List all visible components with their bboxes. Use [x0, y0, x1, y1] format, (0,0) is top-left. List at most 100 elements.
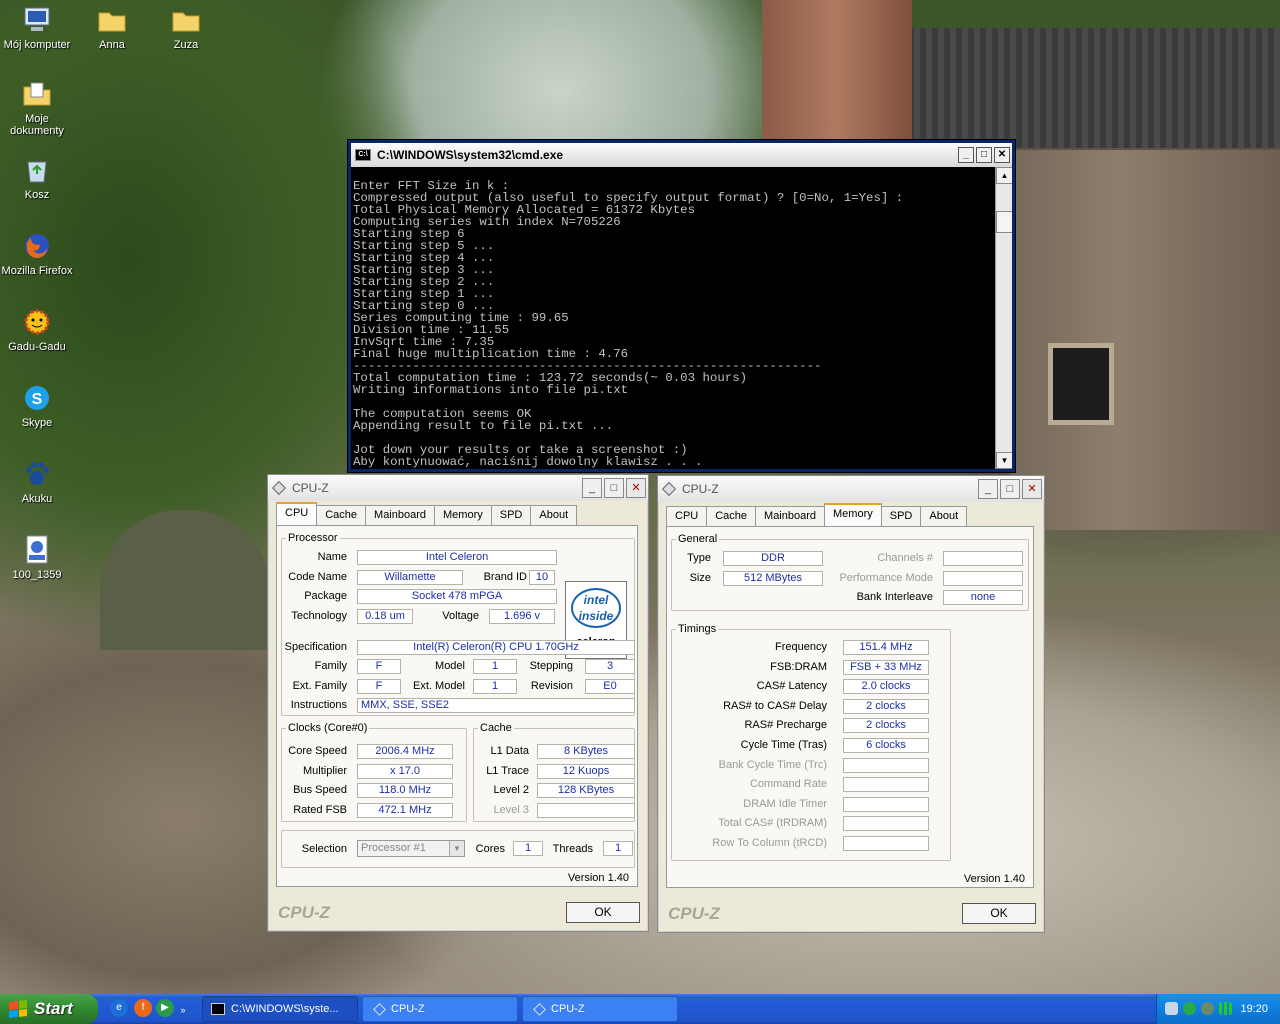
tab-cpu[interactable]: CPU — [276, 502, 318, 525]
taskbar-item-cpuz-2[interactable]: CPU-Z — [522, 996, 678, 1022]
cpuz-title: CPU-Z — [682, 482, 719, 496]
timing-value — [843, 836, 929, 851]
revision-value: E0 — [585, 679, 635, 694]
firefox-icon[interactable]: f — [134, 999, 152, 1017]
processor-select[interactable]: Processor #1 ▼ — [357, 840, 465, 857]
desktop-icon-recycle-bin[interactable]: Kosz — [1, 154, 73, 201]
clocks-legend: Clocks (Core#0) — [288, 722, 368, 734]
cache-legend: Cache — [480, 722, 512, 734]
tab-cache[interactable]: Cache — [706, 506, 757, 526]
desktop-icon-anna[interactable]: Anna — [76, 4, 148, 51]
taskbar-item-cpuz-1[interactable]: CPU-Z — [362, 996, 518, 1022]
clock[interactable]: 19:20 — [1240, 1003, 1268, 1015]
cpuz-brand-logo: CPU-Z — [278, 903, 330, 922]
timing-label: Command Rate — [749, 778, 827, 791]
timing-value — [843, 816, 929, 832]
desktop-icon-label: Kosz — [24, 189, 50, 201]
gadu-gadu-icon — [21, 306, 53, 338]
computer-icon — [21, 4, 53, 36]
close-button[interactable]: ✕ — [994, 147, 1010, 163]
system-tray: 19:20 — [1156, 994, 1280, 1024]
cpuz-icon — [373, 1003, 386, 1016]
timing-label: FSB:DRAM — [770, 660, 827, 673]
tab-mainboard[interactable]: Mainboard — [365, 505, 436, 525]
desktop-icon-akuku[interactable]: Akuku — [1, 458, 73, 505]
stepping-label: Stepping — [529, 660, 573, 672]
bank-interleave-value: none — [943, 590, 1023, 605]
wallpaper-arch — [100, 510, 270, 650]
close-button[interactable]: ✕ — [626, 478, 646, 498]
cpuz-window-memory[interactable]: CPU-Z _ □ ✕ CPU Cache Mainboard Memory S… — [657, 475, 1045, 933]
cpuz-brand-logo: CPU-Z — [668, 904, 720, 923]
start-button[interactable]: Start — [0, 994, 98, 1024]
desktop-icon-gadu-gadu[interactable]: Gadu-Gadu — [1, 306, 73, 353]
tab-cache[interactable]: Cache — [316, 505, 367, 525]
tab-memory[interactable]: Memory — [434, 505, 492, 525]
tab-about[interactable]: About — [530, 505, 578, 525]
signal-icon[interactable] — [1219, 1002, 1232, 1015]
maximize-button[interactable]: □ — [976, 147, 992, 163]
ok-button[interactable]: OK — [566, 902, 640, 923]
desktop-icon-my-documents[interactable]: Moje dokumenty — [1, 78, 73, 137]
voltage-value: 1.696 v — [489, 609, 555, 624]
minimize-button[interactable]: _ — [582, 478, 602, 498]
close-button[interactable]: ✕ — [1022, 479, 1042, 499]
maximize-button[interactable]: □ — [1000, 479, 1020, 499]
desktop-icon-label: Akuku — [21, 493, 53, 505]
desktop-icon-skype[interactable]: S Skype — [1, 382, 73, 429]
revision-label: Revision — [530, 680, 573, 692]
level2-label: Level 2 — [493, 784, 529, 796]
timing-value — [843, 777, 929, 793]
taskbar-item-label: CPU-Z — [391, 1003, 425, 1015]
desktop-icon-firefox[interactable]: Mozilla Firefox — [1, 230, 73, 277]
desktop-icon-100-1359[interactable]: 100_1359 — [1, 534, 73, 581]
desktop-icon-label: Mozilla Firefox — [1, 265, 73, 277]
quicklaunch-expand-icon[interactable]: » — [178, 1005, 188, 1015]
skype-tray-icon[interactable] — [1183, 1002, 1196, 1015]
minimize-button[interactable]: _ — [958, 147, 974, 163]
network-icon[interactable] — [1165, 1002, 1178, 1015]
security-tray-icon[interactable] — [1201, 1002, 1214, 1015]
desktop-icon-label: Mój komputer — [3, 39, 71, 51]
cmd-window[interactable]: C:\ C:\WINDOWS\system32\cmd.exe _ □ ✕ En… — [347, 139, 1016, 473]
timing-label: Total CAS# (tRDRAM) — [718, 817, 827, 830]
ok-button[interactable]: OK — [962, 903, 1036, 924]
scroll-up-icon[interactable]: ▲ — [996, 167, 1012, 184]
scroll-thumb[interactable] — [996, 211, 1012, 233]
level3-value — [537, 803, 635, 818]
cmd-titlebar[interactable]: C:\ C:\WINDOWS\system32\cmd.exe _ □ ✕ — [351, 143, 1012, 167]
maximize-button[interactable]: □ — [604, 478, 624, 498]
taskbar-item-cmd[interactable]: C:\WINDOWS\syste... — [202, 996, 358, 1022]
cmd-scrollbar[interactable]: ▲ ▼ — [995, 167, 1012, 469]
media-player-icon[interactable]: ▶ — [156, 999, 174, 1017]
timing-value: 2 clocks — [843, 698, 929, 714]
chevron-down-icon[interactable]: ▼ — [449, 841, 464, 856]
recycle-bin-icon — [21, 154, 53, 186]
tab-spd[interactable]: SPD — [490, 505, 532, 525]
cmd-console[interactable]: Enter FFT Size in k : Compressed output (… — [351, 167, 1012, 469]
tab-memory[interactable]: Memory — [824, 503, 882, 526]
tab-cpu[interactable]: CPU — [666, 506, 708, 526]
cpuz-titlebar[interactable]: CPU-Z _ □ ✕ — [268, 475, 648, 501]
ie-icon[interactable]: e — [110, 999, 128, 1017]
cores-label: Cores — [475, 843, 505, 855]
cmd-line: Appending result to file pi.txt ... — [353, 419, 614, 433]
minimize-button[interactable]: _ — [978, 479, 998, 499]
tab-about[interactable]: About — [920, 506, 968, 526]
desktop-icon-label: Gadu-Gadu — [8, 341, 66, 353]
selection-label: Selection — [301, 843, 347, 855]
cpuz-title: CPU-Z — [292, 481, 329, 495]
folder-icon — [170, 4, 202, 36]
cpuz-window-cpu[interactable]: CPU-Z _ □ ✕ CPU Cache Mainboard Memory S… — [267, 474, 649, 932]
timing-label: DRAM Idle Timer — [743, 797, 827, 810]
desktop-icon-my-computer[interactable]: Mój komputer — [1, 4, 73, 51]
tab-mainboard[interactable]: Mainboard — [755, 506, 826, 526]
scroll-down-icon[interactable]: ▼ — [996, 452, 1012, 469]
desktop-icon-zuza[interactable]: Zuza — [150, 4, 222, 51]
cmd-title: C:\WINDOWS\system32\cmd.exe — [377, 148, 564, 162]
cpuz-titlebar[interactable]: CPU-Z _ □ ✕ — [658, 476, 1044, 502]
multiplier-label: Multiplier — [302, 765, 347, 777]
cmd-icon[interactable]: C:\ — [355, 149, 371, 161]
tab-spd[interactable]: SPD — [880, 506, 922, 526]
spec-label: Specification — [284, 641, 347, 653]
